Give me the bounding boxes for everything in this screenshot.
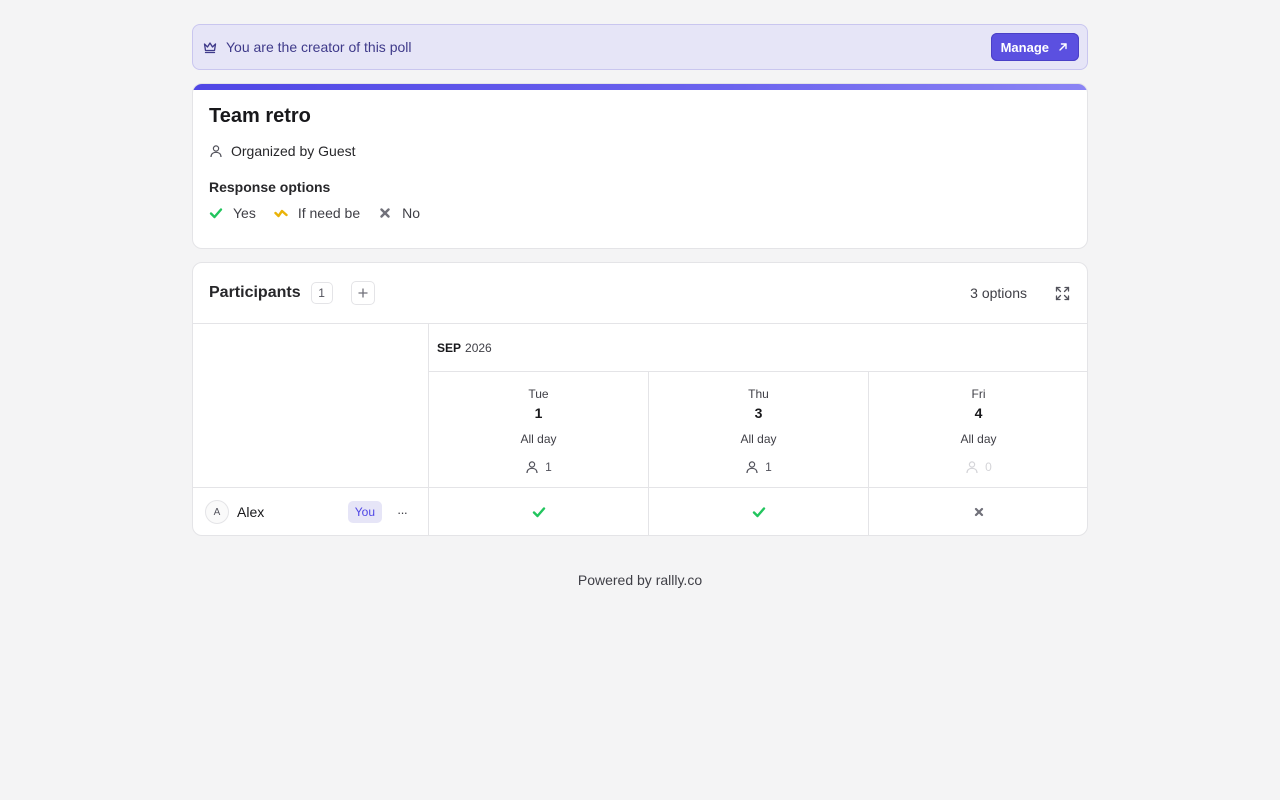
response-option-label: No bbox=[402, 205, 421, 221]
page-container: You are the creator of this poll Manage … bbox=[192, 24, 1088, 536]
participant-cell: A Alex You ··· bbox=[193, 488, 429, 535]
response-option-no: No bbox=[378, 205, 420, 221]
month-header: SEP 2026 bbox=[429, 324, 1087, 372]
time-label: All day bbox=[960, 432, 997, 446]
check-icon bbox=[209, 206, 223, 220]
time-label: All day bbox=[740, 432, 777, 446]
manage-label: Manage bbox=[1000, 39, 1049, 55]
response-options-label: Response options bbox=[209, 179, 331, 195]
footer: Powered by rallly.co bbox=[0, 572, 1280, 588]
participants-count-badge: 1 bbox=[310, 282, 333, 304]
date-column: Thu 3 All day 1 bbox=[649, 372, 869, 487]
powered-by-link[interactable]: Powered by rallly.co bbox=[578, 572, 702, 588]
user-icon bbox=[525, 460, 539, 474]
table-row: A Alex You ··· bbox=[193, 487, 1087, 535]
user-icon bbox=[965, 460, 979, 474]
user-icon bbox=[745, 460, 759, 474]
day-number: 3 bbox=[754, 405, 763, 421]
check-icon bbox=[532, 505, 546, 519]
user-icon bbox=[209, 144, 223, 158]
vote-cell-no bbox=[868, 488, 1087, 535]
day-number: 1 bbox=[534, 405, 543, 421]
cross-icon bbox=[973, 506, 985, 518]
vote-count-value: 0 bbox=[985, 460, 992, 474]
response-option-label: Yes bbox=[233, 205, 256, 221]
day-number: 4 bbox=[974, 405, 983, 421]
day-of-week: Thu bbox=[748, 387, 769, 401]
avatar: A bbox=[205, 500, 229, 524]
creator-banner: You are the creator of this poll Manage bbox=[192, 24, 1088, 70]
add-participant-button[interactable] bbox=[350, 281, 375, 305]
time-label: All day bbox=[520, 432, 557, 446]
response-option-label: If need be bbox=[297, 205, 361, 221]
day-of-week: Tue bbox=[528, 387, 549, 401]
vote-cell-yes bbox=[429, 488, 649, 535]
participants-title: Participants bbox=[209, 284, 301, 301]
table-corner bbox=[193, 324, 429, 487]
poll-title: Team retro bbox=[209, 105, 311, 127]
more-options-button[interactable]: ··· bbox=[392, 502, 412, 522]
if-need-be-icon bbox=[274, 206, 288, 220]
vote-count-value: 1 bbox=[545, 460, 552, 474]
organizer: Organized by Guest bbox=[209, 142, 1071, 160]
vote-count: 1 bbox=[649, 459, 868, 475]
plus-icon bbox=[357, 288, 368, 298]
year-label: 2026 bbox=[465, 340, 492, 355]
crown-icon bbox=[202, 39, 218, 55]
response-option-yes: Yes bbox=[209, 205, 256, 221]
creator-message: You are the creator of this poll bbox=[226, 39, 412, 55]
vote-count-value: 1 bbox=[765, 460, 772, 474]
response-options: Yes If need be No bbox=[209, 204, 1071, 222]
arrow-up-right-icon bbox=[1057, 41, 1069, 53]
date-column: Fri 4 All day 0 bbox=[868, 372, 1087, 487]
participants-card: Participants 1 3 options SEP 2026 Tue 1 … bbox=[192, 262, 1088, 536]
you-badge: You bbox=[347, 501, 382, 523]
day-of-week: Fri bbox=[971, 387, 986, 401]
participants-header: Participants 1 3 options bbox=[193, 263, 1087, 324]
participants-table: SEP 2026 Tue 1 All day 1 Thu 3 All day 1… bbox=[193, 324, 1087, 535]
vote-cell-yes bbox=[649, 488, 869, 535]
poll-info-card: Team retro Organized by Guest Response o… bbox=[192, 83, 1088, 249]
response-option-if-need-be: If need be bbox=[274, 205, 360, 221]
vote-count: 1 bbox=[429, 459, 648, 475]
options-count: 3 options bbox=[970, 285, 1027, 301]
organizer-text: Organized by Guest bbox=[231, 143, 356, 159]
cross-icon bbox=[378, 206, 392, 220]
expand-icon[interactable] bbox=[1053, 284, 1071, 302]
month-label: SEP bbox=[437, 340, 462, 355]
date-column: Tue 1 All day 1 bbox=[429, 372, 649, 487]
vote-count: 0 bbox=[868, 459, 1087, 475]
manage-button[interactable]: Manage bbox=[990, 33, 1079, 61]
check-icon bbox=[752, 505, 766, 519]
participant-name: Alex bbox=[237, 504, 265, 520]
